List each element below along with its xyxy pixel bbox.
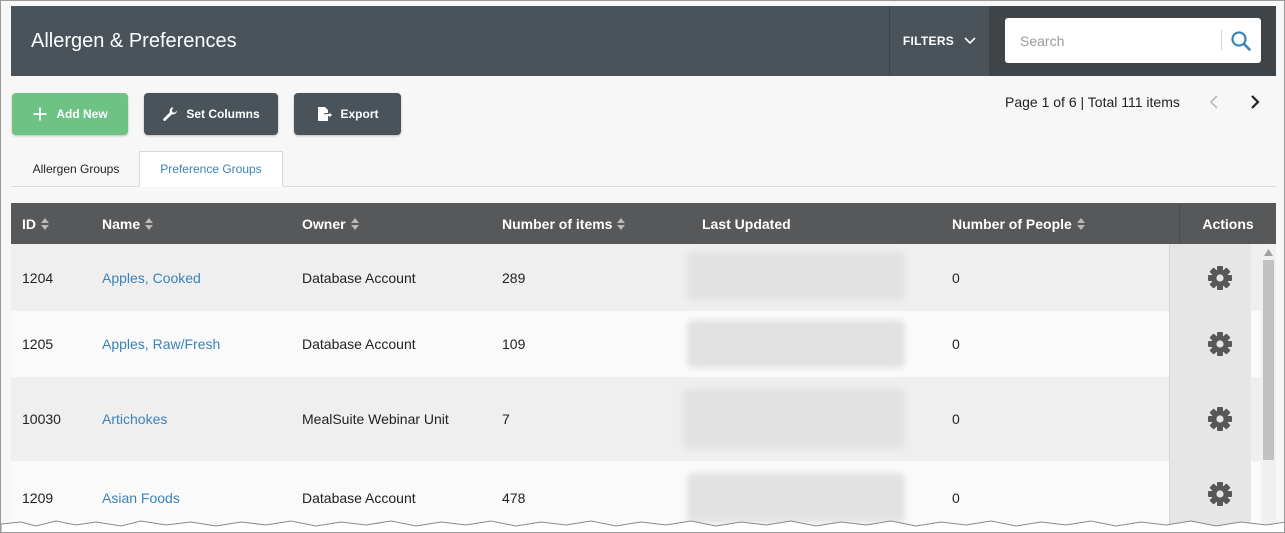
table-header: ID Name Owner Number of items Last Updat… xyxy=(11,203,1276,244)
search-area xyxy=(989,6,1276,76)
page-header: Allergen & Preferences FILTERS xyxy=(11,6,1276,76)
gear-icon[interactable] xyxy=(1207,331,1233,357)
search-divider xyxy=(1221,30,1222,50)
group-name-link[interactable]: Apples, Raw/Fresh xyxy=(102,311,220,377)
column-header-actions: Actions xyxy=(1179,203,1276,244)
sort-icon xyxy=(145,217,154,230)
add-new-label: Add New xyxy=(56,107,108,121)
pagination-summary: Page 1 of 6 | Total 111 items xyxy=(1005,94,1180,110)
column-header-last-updated: Last Updated xyxy=(702,203,791,244)
column-header-number-of-people[interactable]: Number of People xyxy=(952,203,1085,244)
export-file-icon xyxy=(318,107,333,121)
cell-number-of-people: 0 xyxy=(952,411,960,427)
column-header-id[interactable]: ID xyxy=(22,203,49,244)
search-icon[interactable] xyxy=(1230,30,1252,52)
sort-icon xyxy=(617,217,626,230)
cell-number-of-people: 0 xyxy=(952,269,960,286)
cell-owner: MealSuite Webinar Unit xyxy=(302,411,449,427)
set-columns-button[interactable]: Set Columns xyxy=(144,93,278,135)
tab-preference-groups[interactable]: Preference Groups xyxy=(139,151,283,187)
torn-edge xyxy=(1,520,1284,532)
sort-icon xyxy=(350,217,359,230)
gear-icon[interactable] xyxy=(1207,406,1233,432)
cell-number-of-people: 0 xyxy=(952,336,960,352)
sort-icon xyxy=(1076,217,1085,230)
export-button[interactable]: Export xyxy=(294,93,401,135)
sort-icon xyxy=(41,217,49,230)
tab-allergen-groups[interactable]: Allergen Groups xyxy=(13,151,139,187)
cell-id: 10030 xyxy=(22,411,61,427)
add-new-button[interactable]: Add New xyxy=(12,93,128,135)
group-name-link[interactable]: Apples, Cooked xyxy=(102,244,201,311)
search-input[interactable] xyxy=(1005,18,1221,63)
table-row[interactable]: 10030 Artichokes MealSuite Webinar Unit … xyxy=(11,377,1261,461)
column-header-label: Name xyxy=(102,215,141,232)
filters-dropdown[interactable]: FILTERS xyxy=(889,6,989,76)
cell-owner: Database Account xyxy=(302,336,416,352)
next-page-icon[interactable] xyxy=(1247,94,1263,110)
redacted-last-updated xyxy=(687,252,905,300)
gear-icon[interactable] xyxy=(1207,481,1233,507)
column-header-label: Number of items xyxy=(502,215,613,232)
column-header-label: Actions xyxy=(1202,215,1254,232)
cell-number-of-items: 289 xyxy=(502,269,526,286)
column-header-label: Owner xyxy=(302,215,346,232)
column-header-label: Last Updated xyxy=(702,215,791,232)
column-header-name[interactable]: Name xyxy=(102,203,154,244)
gear-icon[interactable] xyxy=(1207,265,1233,291)
cell-number-of-items: 7 xyxy=(502,411,510,427)
column-header-label: ID xyxy=(22,215,36,232)
redacted-last-updated xyxy=(687,320,905,368)
redacted-last-updated xyxy=(683,389,905,449)
group-name-link[interactable]: Artichokes xyxy=(102,377,167,461)
page-title: Allergen & Preferences xyxy=(31,30,237,52)
column-header-owner[interactable]: Owner xyxy=(302,203,359,244)
chevron-down-icon xyxy=(964,37,976,45)
table-row[interactable]: 1204 Apples, Cooked Database Account 289… xyxy=(11,244,1261,311)
filters-label: FILTERS xyxy=(902,34,955,48)
column-header-number-of-items[interactable]: Number of items xyxy=(502,203,626,244)
set-columns-label: Set Columns xyxy=(186,107,260,121)
scroll-up-arrow-icon[interactable] xyxy=(1264,249,1273,256)
cell-number-of-items: 109 xyxy=(502,336,526,352)
cell-id: 1204 xyxy=(22,269,54,286)
wrench-icon xyxy=(163,107,178,121)
search-box xyxy=(1005,18,1261,63)
cell-owner: Database Account xyxy=(302,269,416,286)
export-label: Export xyxy=(340,107,379,121)
app-window: Allergen & Preferences FILTERS Add New xyxy=(0,0,1285,533)
table-row[interactable]: 1205 Apples, Raw/Fresh Database Account … xyxy=(11,311,1261,377)
scrollbar-thumb[interactable] xyxy=(1263,260,1274,460)
plus-icon xyxy=(33,107,47,121)
column-header-label: Number of People xyxy=(952,215,1072,232)
cell-id: 1205 xyxy=(22,336,54,352)
previous-page-icon[interactable] xyxy=(1207,94,1223,110)
